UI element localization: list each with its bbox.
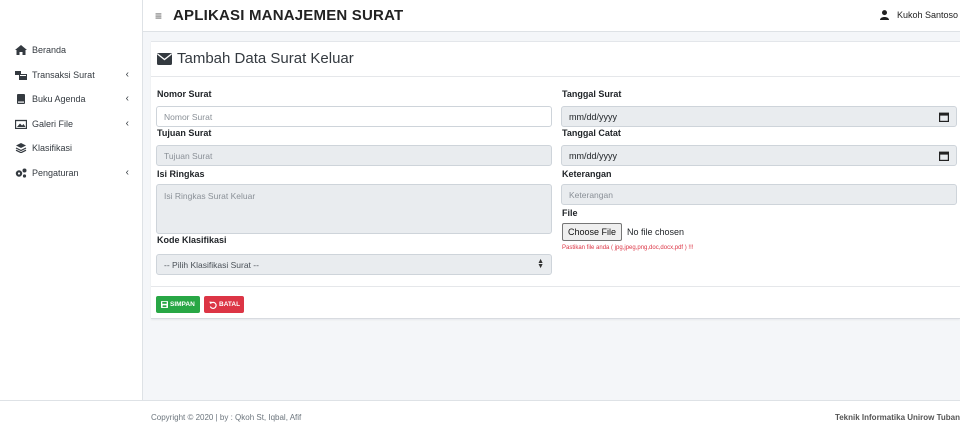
choose-file-button[interactable]: Choose File [562, 223, 623, 241]
copyright-text: Copyright © 2020 | by : Qkoh St, Iqbal, … [151, 413, 302, 422]
tanggal-surat-label: Tanggal Surat [562, 89, 622, 99]
sidebar-item-label: Klasifikasi [32, 143, 73, 154]
tanggal-surat-value: mm/dd/yyyy [569, 111, 618, 122]
page-title-text: Tambah Data Surat Keluar [177, 50, 354, 67]
sidebar-item-klasifikasi[interactable]: Klasifikasi [0, 136, 143, 161]
mail-bulk-icon [15, 70, 27, 80]
kode-klasifikasi-selected: -- Pilih Klasifikasi Surat -- [164, 259, 259, 270]
file-label: File [562, 208, 578, 218]
tanggal-catat-value: mm/dd/yyyy [569, 150, 618, 161]
sidebar-item-label: Pengaturan [32, 167, 79, 178]
isi-ringkas-label: Isi Ringkas [157, 169, 205, 179]
file-input: Choose File No file chosen [562, 223, 684, 241]
sidebar-menu: Beranda Transaksi Surat ‹ Buku Agenda ‹ … [0, 38, 143, 185]
home-icon [15, 45, 27, 56]
top-navbar: ≡ APLIKASI MANAJEMEN SURAT Kukoh Santoso [143, 0, 960, 32]
book-icon [15, 94, 27, 105]
sidebar-item-label: Buku Agenda [32, 94, 86, 105]
nomor-surat-input[interactable]: Nomor Surat [156, 106, 552, 127]
images-icon [15, 119, 27, 129]
app-title: APLIKASI MANAJEMEN SURAT [173, 7, 404, 24]
tujuan-surat-input[interactable]: Tujuan Surat [156, 145, 552, 166]
cancel-button[interactable]: BATAL [204, 296, 244, 313]
calendar-icon[interactable] [939, 151, 950, 163]
keterangan-input[interactable]: Keterangan [561, 184, 957, 205]
user-menu[interactable]: Kukoh Santoso [879, 10, 958, 20]
sidebar-item-galeri-file[interactable]: Galeri File ‹ [0, 112, 143, 137]
keterangan-label: Keterangan [562, 169, 612, 179]
file-status: No file chosen [627, 227, 685, 237]
tanggal-catat-label: Tanggal Catat [562, 128, 621, 138]
envelope-icon [157, 52, 172, 65]
sidebar-item-buku-agenda[interactable]: Buku Agenda ‹ [0, 87, 143, 112]
tanggal-catat-input[interactable]: mm/dd/yyyy [561, 145, 957, 166]
sidebar-item-label: Galeri File [32, 118, 74, 129]
chevron-left-icon: ‹ [125, 166, 129, 178]
sidebar-item-beranda[interactable]: Beranda [0, 38, 143, 63]
card-header: Tambah Data Surat Keluar [151, 42, 960, 77]
save-icon [161, 301, 168, 308]
nomor-surat-label: Nomor Surat [157, 89, 212, 99]
sidebar-item-pengaturan[interactable]: Pengaturan ‹ [0, 161, 143, 186]
sidebar: Beranda Transaksi Surat ‹ Buku Agenda ‹ … [0, 0, 143, 400]
menu-toggle-icon[interactable]: ≡ [155, 9, 162, 23]
cogs-icon [15, 168, 27, 178]
user-name: Kukoh Santoso [896, 10, 958, 20]
kode-klasifikasi-label: Kode Klasifikasi [157, 235, 227, 245]
calendar-icon[interactable] [939, 112, 950, 124]
save-label: SIMPAN [170, 301, 195, 308]
chevron-left-icon: ‹ [125, 117, 129, 129]
divider [151, 286, 960, 287]
tujuan-surat-label: Tujuan Surat [157, 128, 212, 138]
save-button[interactable]: SIMPAN [156, 296, 200, 313]
sidebar-item-label: Beranda [32, 45, 67, 56]
footer-institution: Teknik Informatika Unirow Tuban [834, 413, 960, 422]
select-arrows-icon: ▲ ▼ [537, 258, 544, 270]
sidebar-item-transaksi-surat[interactable]: Transaksi Surat ‹ [0, 63, 143, 88]
user-icon [879, 10, 889, 20]
kode-klasifikasi-select[interactable]: -- Pilih Klasifikasi Surat -- ▲ ▼ [156, 254, 552, 275]
undo-icon [209, 301, 217, 309]
chevron-left-icon: ‹ [125, 68, 129, 80]
layers-icon [15, 143, 27, 154]
cancel-label: BATAL [219, 301, 241, 308]
sidebar-item-label: Transaksi Surat [32, 69, 95, 80]
footer: Copyright © 2020 | by : Qkoh St, Iqbal, … [0, 400, 960, 433]
chevron-left-icon: ‹ [125, 93, 129, 104]
tanggal-surat-input[interactable]: mm/dd/yyyy [561, 106, 957, 127]
form-card: Tambah Data Surat Keluar Nomor Surat Nom… [151, 41, 960, 319]
page-title: Tambah Data Surat Keluar [157, 50, 354, 67]
isi-ringkas-textarea[interactable]: Isi Ringkas Surat Keluar [156, 184, 552, 234]
file-type-note: Pastikan file anda ( jpg,jpeg,png,doc,do… [562, 245, 694, 251]
